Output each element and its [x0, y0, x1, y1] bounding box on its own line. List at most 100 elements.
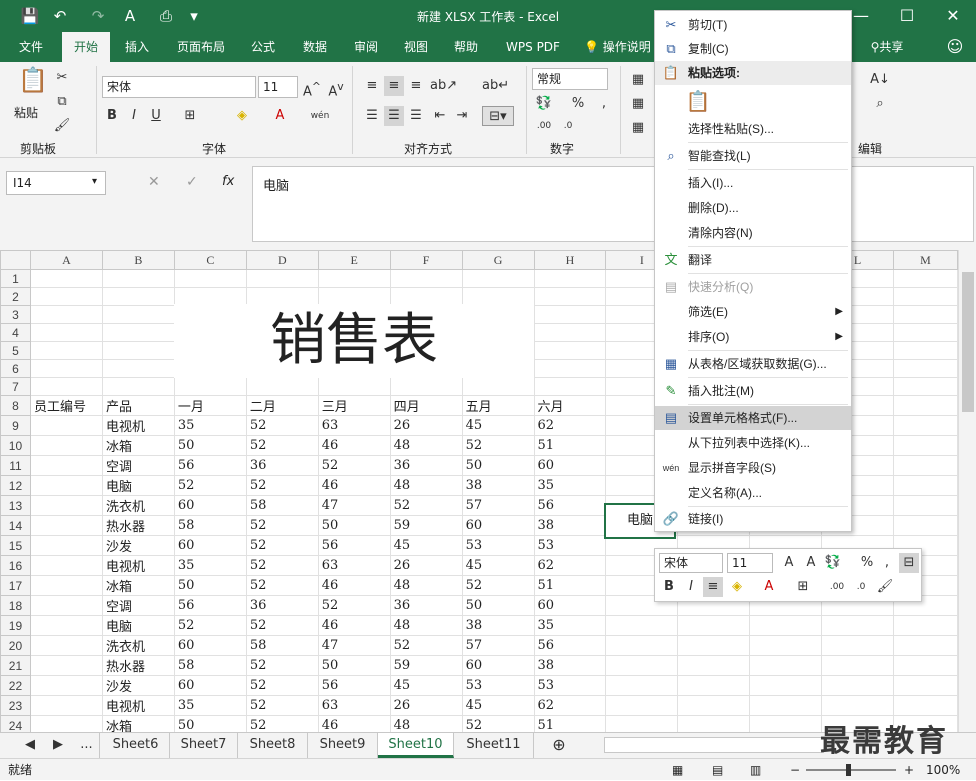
find-select-icon[interactable]: ⌕ — [870, 94, 890, 114]
cell[interactable] — [749, 655, 823, 676]
cell[interactable] — [533, 377, 607, 396]
cell[interactable]: 56 — [317, 535, 391, 556]
number-format-select[interactable]: 常规 — [532, 68, 608, 90]
cell[interactable]: 52 — [245, 695, 319, 716]
cell[interactable]: 52 — [461, 715, 535, 732]
menu-get-data-from-table[interactable]: ▦ 从表格/区域获取数据(G)... — [655, 352, 851, 376]
tab-data[interactable]: 数据 — [294, 32, 336, 62]
cell[interactable]: 47 — [317, 495, 391, 516]
mini-increase-font-icon[interactable]: A — [779, 553, 799, 573]
row-header[interactable]: 14 — [0, 515, 31, 536]
cell[interactable]: 52 — [173, 615, 247, 636]
cell[interactable]: 48 — [389, 475, 463, 496]
menu-quick-analysis[interactable]: ▤ 快速分析(Q) — [655, 275, 851, 299]
row-header[interactable]: 10 — [0, 435, 31, 456]
page-layout-view-icon[interactable]: ▤ — [712, 759, 723, 781]
sheet-tab-sheet9[interactable]: Sheet9 — [308, 733, 378, 758]
cell[interactable] — [892, 495, 958, 516]
cell[interactable]: 52 — [245, 415, 319, 436]
tab-page-layout[interactable]: 页面布局 — [170, 32, 232, 62]
row-header[interactable]: 11 — [0, 455, 31, 476]
bold-button[interactable]: B — [102, 106, 122, 126]
select-all-corner[interactable] — [0, 250, 31, 270]
increase-font-icon[interactable]: A^ — [302, 77, 322, 99]
cell[interactable]: 36 — [389, 595, 463, 616]
decrease-indent-icon[interactable]: ⇤ — [430, 106, 450, 126]
cell[interactable]: 电视机 — [101, 415, 175, 436]
cell[interactable] — [101, 377, 175, 396]
cell[interactable] — [101, 287, 175, 306]
menu-cut[interactable]: ✂ 剪切(T) — [655, 13, 851, 37]
menu-sort[interactable]: 排序(O) ▶ — [655, 325, 851, 349]
cell[interactable]: 电脑 — [101, 615, 175, 636]
cell[interactable] — [389, 287, 463, 306]
cell[interactable]: 56 — [533, 635, 607, 656]
cell[interactable]: 63 — [317, 555, 391, 576]
column-header-m[interactable]: M — [892, 250, 958, 270]
cell[interactable]: 45 — [389, 675, 463, 696]
cell[interactable] — [317, 269, 391, 288]
italic-button[interactable]: I — [124, 106, 144, 126]
cell[interactable] — [533, 323, 607, 342]
cell[interactable] — [892, 515, 958, 536]
cell[interactable]: 48 — [389, 575, 463, 596]
sheet-tab-sheet8[interactable]: Sheet8 — [238, 733, 308, 758]
decrease-decimal-icon[interactable]: .0 — [558, 116, 578, 136]
cell[interactable] — [749, 635, 823, 656]
copy-icon[interactable]: ⧉ — [52, 92, 72, 112]
cell[interactable] — [29, 555, 103, 576]
row-header[interactable]: 20 — [0, 635, 31, 656]
cell[interactable]: 58 — [245, 635, 319, 656]
column-header-a[interactable]: A — [29, 250, 103, 270]
cell[interactable]: 50 — [173, 435, 247, 456]
cell[interactable]: 52 — [245, 515, 319, 536]
cell[interactable] — [533, 305, 607, 324]
cell[interactable]: 45 — [389, 535, 463, 556]
cell[interactable]: 52 — [245, 615, 319, 636]
cell[interactable]: 52 — [245, 675, 319, 696]
cell[interactable] — [29, 515, 103, 536]
cell[interactable] — [749, 715, 823, 732]
cell[interactable]: 38 — [461, 475, 535, 496]
cell[interactable]: 60 — [533, 455, 607, 476]
cell[interactable]: 热水器 — [101, 515, 175, 536]
cell[interactable]: 26 — [389, 555, 463, 576]
cell[interactable]: 36 — [245, 455, 319, 476]
cell[interactable] — [29, 377, 103, 396]
cell[interactable]: 52 — [245, 535, 319, 556]
cell[interactable] — [29, 305, 103, 324]
tab-insert[interactable]: 插入 — [114, 32, 160, 62]
maximize-button[interactable]: ☐ — [884, 0, 930, 32]
row-header[interactable]: 17 — [0, 575, 31, 596]
cell[interactable] — [605, 655, 679, 676]
cell[interactable] — [892, 455, 958, 476]
row-header[interactable]: 13 — [0, 495, 31, 516]
cell[interactable] — [29, 435, 103, 456]
name-box-dropdown-icon[interactable]: ▾ — [92, 176, 97, 187]
cell[interactable] — [677, 635, 751, 656]
border-icon[interactable]: ⊞ — [180, 106, 200, 126]
increase-decimal-icon[interactable]: .00 — [534, 116, 554, 136]
decrease-font-icon[interactable]: Av — [326, 77, 346, 99]
tab-view[interactable]: 视图 — [396, 32, 436, 62]
cell[interactable] — [173, 287, 247, 306]
cut-icon[interactable]: ✂ — [52, 68, 72, 88]
cell[interactable]: 62 — [533, 555, 607, 576]
cell[interactable]: 空调 — [101, 455, 175, 476]
cell[interactable]: 洗衣机 — [101, 495, 175, 516]
tab-help[interactable]: 帮助 — [446, 32, 486, 62]
menu-insert-comment[interactable]: ✎ 插入批注(M) — [655, 379, 851, 403]
menu-copy[interactable]: ⧉ 复制(C) — [655, 37, 851, 61]
cell[interactable]: 52 — [245, 575, 319, 596]
cell[interactable]: 热水器 — [101, 655, 175, 676]
cell[interactable]: 48 — [389, 615, 463, 636]
cell[interactable]: 56 — [173, 455, 247, 476]
cell[interactable] — [29, 359, 103, 378]
cell[interactable]: 46 — [317, 715, 391, 732]
cell[interactable] — [821, 675, 894, 696]
cell[interactable] — [245, 377, 319, 396]
cell[interactable]: 沙发 — [101, 675, 175, 696]
zoom-in-icon[interactable]: + — [904, 759, 914, 781]
cell[interactable]: 51 — [533, 435, 607, 456]
cell[interactable] — [29, 495, 103, 516]
